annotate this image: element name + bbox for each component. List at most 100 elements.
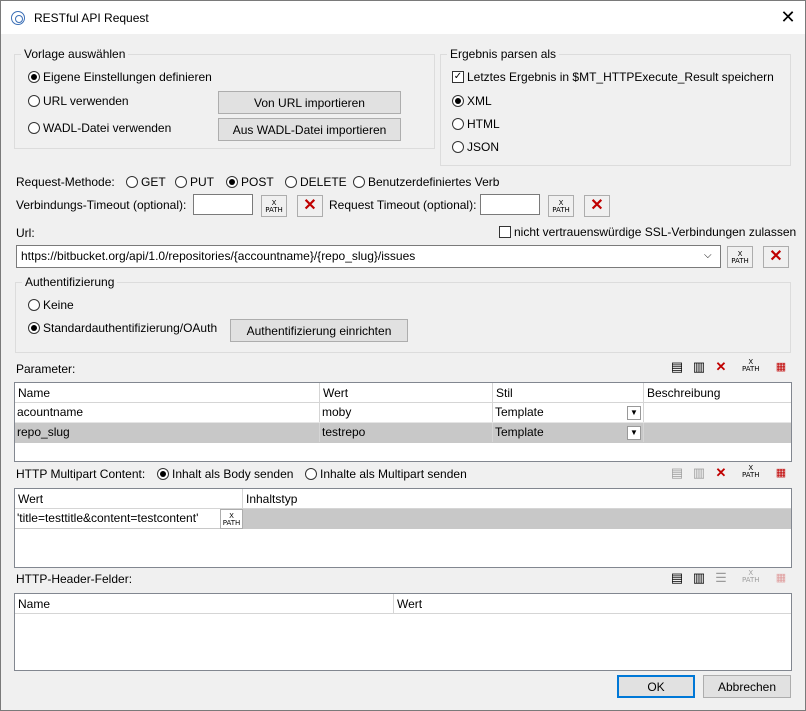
cancel-button[interactable]: Abbrechen: [703, 675, 791, 698]
clear-icon[interactable]: ✕: [297, 195, 323, 217]
radio-auth-none-label: Keine: [43, 298, 74, 312]
xpath-icon[interactable]: X PATH: [727, 246, 753, 268]
radio-xml-label: XML: [467, 94, 492, 108]
radio-json-label: JSON: [467, 140, 500, 154]
radio-body-label: Inhalt als Body senden: [172, 467, 294, 481]
clear-icon[interactable]: ✕: [584, 195, 610, 217]
cell-beschreibung[interactable]: [644, 423, 791, 442]
radio-auth-none[interactable]: Keine: [28, 298, 74, 312]
clear-table-icon[interactable]: ▦: [773, 359, 789, 375]
radio-custom-settings-label: Eigene Einstellungen definieren: [43, 70, 212, 84]
radio-body[interactable]: Inhalt als Body senden: [157, 467, 293, 481]
column-header-wert[interactable]: Wert: [15, 489, 243, 509]
xpath-icon[interactable]: X PATH: [261, 195, 287, 217]
delete-row-icon[interactable]: ☰: [713, 570, 729, 586]
url-input[interactable]: https://bitbucket.org/api/1.0/repositori…: [16, 245, 721, 268]
radio-dot: [353, 176, 365, 188]
xpath-icon-path: PATH: [731, 257, 749, 265]
append-row-icon[interactable]: ▥: [691, 359, 707, 375]
cell-stil[interactable]: Template: [493, 403, 644, 422]
parameter-label: Parameter:: [16, 362, 76, 376]
xpath-icon-path: PATH: [265, 206, 283, 214]
chevron-down-icon[interactable]: ▼: [627, 406, 641, 420]
import-wadl-button[interactable]: Aus WADL-Datei importieren: [218, 118, 401, 141]
xpath-icon[interactable]: X PATH: [548, 195, 574, 217]
import-url-button[interactable]: Von URL importieren: [218, 91, 401, 114]
cell-stil[interactable]: Template: [493, 423, 644, 442]
radio-post-label: POST: [241, 175, 274, 189]
request-method-label: Request-Methode:: [16, 175, 115, 189]
radio-dot: [157, 468, 169, 480]
radio-dot: [226, 176, 238, 188]
xpath-icon[interactable]: X PATH: [742, 359, 760, 373]
radio-xml[interactable]: XML: [452, 94, 492, 108]
radio-use-url[interactable]: URL verwenden: [28, 94, 129, 108]
cell-wert[interactable]: testrepo: [320, 423, 493, 442]
chevron-down-icon[interactable]: ⌵: [704, 250, 712, 261]
radio-multipart[interactable]: Inhalte als Multipart senden: [305, 467, 467, 481]
chevron-down-icon[interactable]: ▼: [627, 426, 641, 440]
append-row-icon[interactable]: ▥: [691, 570, 707, 586]
checkbox-box: [499, 226, 511, 238]
radio-auth-standard[interactable]: Standardauthentifizierung/OAuth: [28, 321, 217, 335]
xpath-icon[interactable]: X PATH: [742, 465, 760, 479]
cell-wert[interactable]: 'title=testtitle&content=testcontent': [15, 509, 220, 528]
cell-inhaltstyp[interactable]: [243, 509, 791, 528]
auth-group: Authentifizierung: [15, 275, 791, 353]
close-icon[interactable]: ✕: [777, 7, 799, 27]
radio-dot: [28, 322, 40, 334]
xpath-icon[interactable]: X PATH: [742, 570, 760, 584]
app-icon: [11, 11, 25, 25]
table-row[interactable]: 'title=testtitle&content=testcontent' XP…: [15, 509, 791, 529]
radio-html[interactable]: HTML: [452, 117, 500, 131]
column-header-stil[interactable]: Stil: [493, 383, 644, 403]
xpath-icon[interactable]: X PATH: [220, 509, 243, 529]
column-header-name[interactable]: Name: [15, 594, 394, 614]
title-bar: RESTful API Request ✕: [1, 1, 805, 34]
radio-dot: [28, 122, 40, 134]
radio-json[interactable]: JSON: [452, 140, 499, 154]
xpath-icon-path: PATH: [222, 519, 241, 527]
radio-use-url-label: URL verwenden: [43, 94, 129, 108]
clear-table-icon[interactable]: ▦: [773, 570, 789, 586]
insert-row-icon[interactable]: ▤: [669, 359, 685, 375]
save-result-label: Letztes Ergebnis in $MT_HTTPExecute_Resu…: [467, 70, 774, 84]
radio-get[interactable]: GET: [126, 175, 166, 189]
column-header-name[interactable]: Name: [15, 383, 320, 403]
clear-table-icon[interactable]: ▦: [773, 465, 789, 481]
column-header-inhaltstyp[interactable]: Inhaltstyp: [243, 489, 791, 509]
column-header-wert[interactable]: Wert: [394, 594, 791, 614]
radio-custom-verb[interactable]: Benutzerdefiniertes Verb: [353, 175, 499, 189]
save-result-checkbox[interactable]: ✓ Letztes Ergebnis in $MT_HTTPExecute_Re…: [452, 70, 774, 84]
radio-dot: [452, 118, 464, 130]
ok-button[interactable]: OK: [617, 675, 695, 698]
column-header-beschreibung[interactable]: Beschreibung: [644, 383, 791, 403]
delete-row-icon[interactable]: ✕: [713, 465, 729, 481]
table-row[interactable]: repo_slug testrepo Template ▼: [15, 423, 791, 443]
append-row-icon[interactable]: ▥: [691, 465, 707, 481]
cell-wert[interactable]: moby: [320, 403, 493, 422]
request-timeout-input[interactable]: [480, 194, 540, 215]
clear-icon[interactable]: ✕: [763, 246, 789, 268]
delete-row-icon[interactable]: ✕: [713, 359, 729, 375]
radio-put[interactable]: PUT: [175, 175, 214, 189]
cell-name[interactable]: repo_slug: [15, 423, 320, 442]
insert-row-icon[interactable]: ▤: [669, 465, 685, 481]
setup-auth-button[interactable]: Authentifizierung einrichten: [230, 319, 408, 342]
radio-use-wadl[interactable]: WADL-Datei verwenden: [28, 121, 171, 135]
cell-name[interactable]: acountname: [15, 403, 320, 422]
radio-delete[interactable]: DELETE: [285, 175, 347, 189]
cell-beschreibung[interactable]: [644, 403, 791, 422]
template-group-label: Vorlage auswählen: [21, 47, 129, 61]
ssl-checkbox[interactable]: nicht vertrauenswürdige SSL-Verbindungen…: [499, 225, 796, 239]
radio-dot: [28, 95, 40, 107]
table-row[interactable]: acountname moby Template ▼: [15, 403, 791, 423]
connection-timeout-input[interactable]: [193, 194, 253, 215]
insert-row-icon[interactable]: ▤: [669, 570, 685, 586]
radio-post[interactable]: POST: [226, 175, 274, 189]
radio-custom-settings[interactable]: Eigene Einstellungen definieren: [28, 70, 212, 84]
radio-auth-standard-label: Standardauthentifizierung/OAuth: [43, 321, 218, 335]
dialog-window: RESTful API Request ✕ Vorlage auswählen …: [0, 0, 806, 711]
multipart-table: Wert Inhaltstyp 'title=testtitle&content…: [14, 488, 792, 568]
column-header-wert[interactable]: Wert: [320, 383, 493, 403]
